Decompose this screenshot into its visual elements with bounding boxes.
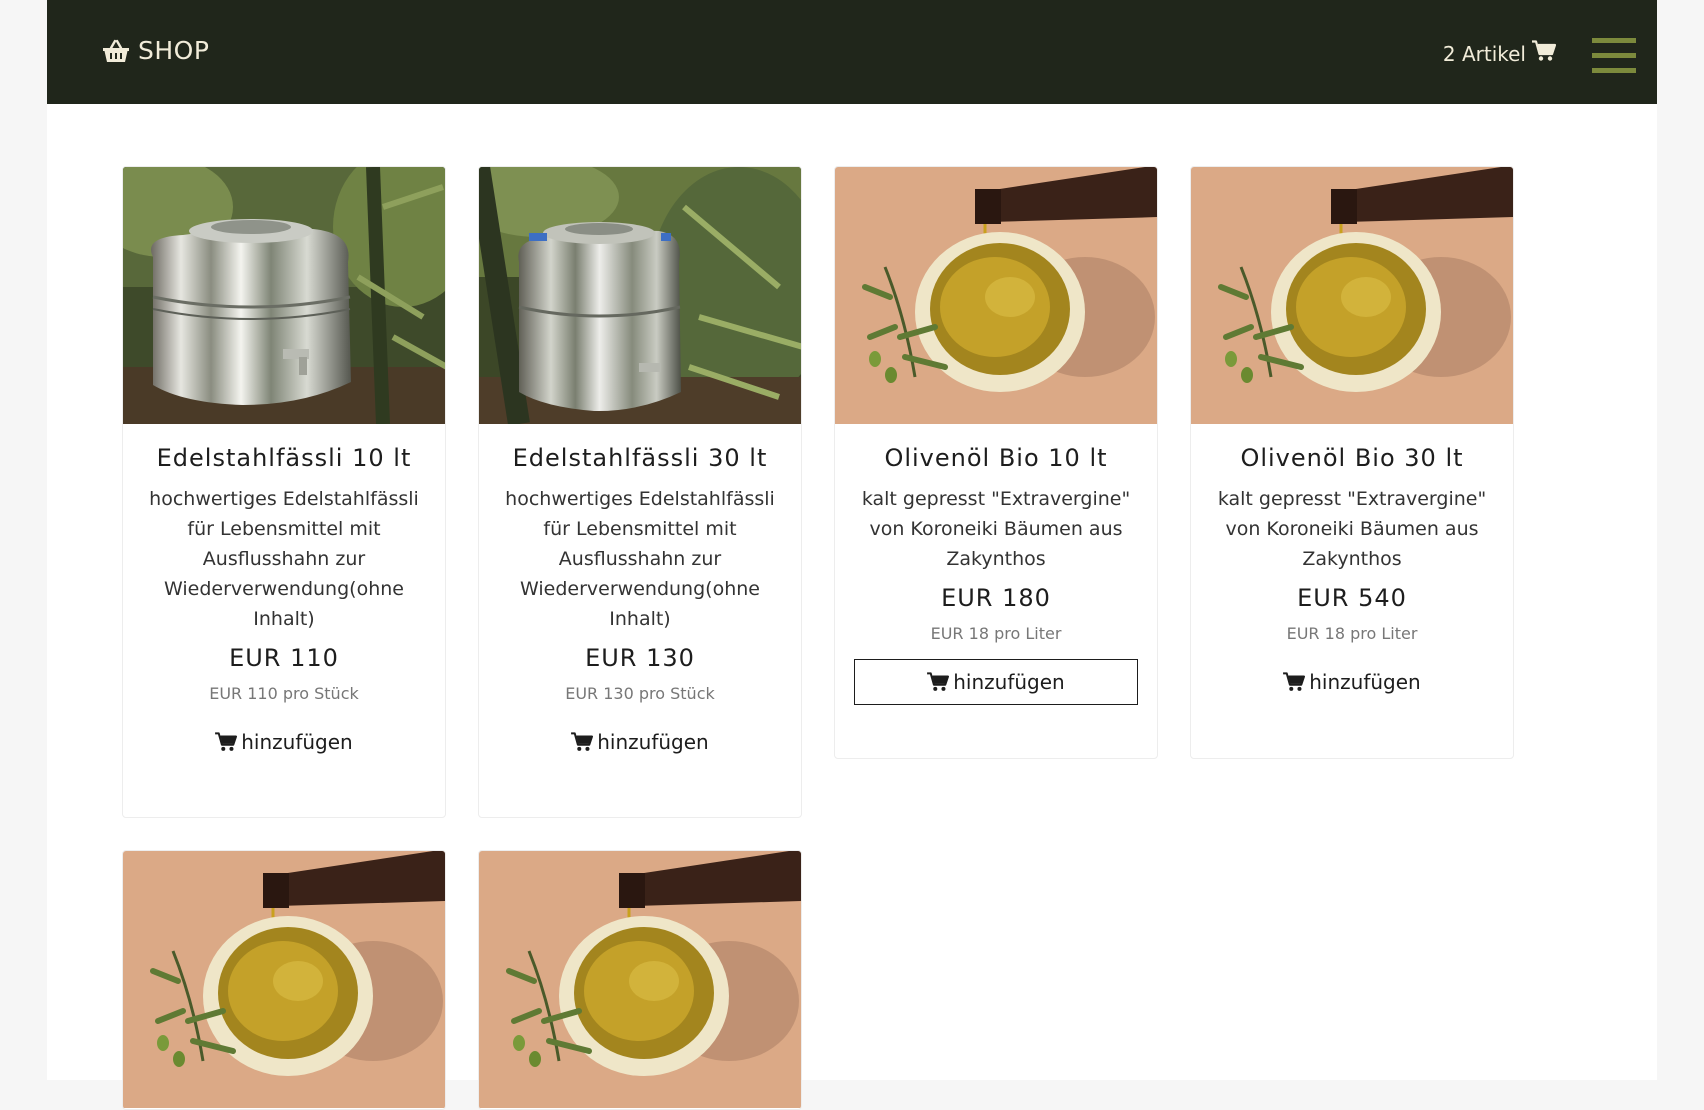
product-card: Olivenöl Bio 30 lt kalt gepresst "Extrav… xyxy=(1190,166,1514,759)
cart-summary-link[interactable]: 2 Artikel xyxy=(1442,40,1557,67)
olive-oil-bowl-image[interactable] xyxy=(123,851,445,1108)
top-navigation-bar: SHOP 2 Artikel xyxy=(47,0,1657,104)
brand-label: SHOP xyxy=(138,36,210,65)
product-unit-price: EUR 18 pro Liter xyxy=(930,624,1062,643)
product-description: hochwertiges Edelstahlfässli für Lebensm… xyxy=(505,488,775,630)
olive-oil-bowl-image[interactable] xyxy=(479,851,801,1108)
olive-oil-bowl-image[interactable] xyxy=(835,167,1157,424)
product-name[interactable]: Edelstahlfässli 10 lt xyxy=(141,442,427,474)
hamburger-menu-icon[interactable] xyxy=(1592,38,1636,74)
add-button-label: hinzufügen xyxy=(597,730,709,754)
add-to-cart-button[interactable]: hinzufügen xyxy=(854,659,1138,705)
product-price: EUR 180 xyxy=(941,584,1051,612)
cart-icon xyxy=(927,672,950,692)
stainless-keg-image[interactable] xyxy=(479,167,801,424)
add-to-cart-button[interactable]: hinzufügen xyxy=(1210,659,1494,705)
cart-icon xyxy=(215,732,238,752)
product-name[interactable]: Olivenöl Bio 30 lt xyxy=(1209,442,1495,474)
product-unit-price: EUR 18 pro Liter xyxy=(1286,624,1418,643)
cart-count-label: 2 Artikel xyxy=(1442,41,1526,66)
product-description: kalt gepresst "Extravergine" von Koronei… xyxy=(861,488,1131,570)
product-unit-price: EUR 110 pro Stück xyxy=(209,684,359,703)
cart-icon xyxy=(1532,40,1557,67)
basket-icon xyxy=(102,38,130,64)
add-to-cart-button[interactable]: hinzufügen xyxy=(142,719,426,765)
product-name[interactable]: Edelstahlfässli 30 lt xyxy=(497,442,783,474)
product-unit-price: EUR 130 pro Stück xyxy=(565,684,715,703)
product-price: EUR 110 xyxy=(229,644,339,672)
add-button-label: hinzufügen xyxy=(953,670,1065,694)
product-name[interactable]: Olivenöl Bio 10 lt xyxy=(853,442,1139,474)
cart-icon xyxy=(571,732,594,752)
product-card: Edelstahlfässli 30 lt hochwertiges Edels… xyxy=(478,166,802,818)
product-card: Edelstahlfässli 10 lt hochwertiges Edels… xyxy=(122,166,446,818)
add-button-label: hinzufügen xyxy=(1309,670,1421,694)
stainless-keg-image[interactable] xyxy=(123,167,445,424)
add-to-cart-button[interactable]: hinzufügen xyxy=(498,719,782,765)
product-price: EUR 130 xyxy=(585,644,695,672)
shop-home-link[interactable]: SHOP xyxy=(102,36,209,65)
product-description: kalt gepresst "Extravergine" von Koronei… xyxy=(1217,488,1487,570)
product-card xyxy=(478,850,802,1110)
olive-oil-bowl-image[interactable] xyxy=(1191,167,1513,424)
product-description: hochwertiges Edelstahlfässli für Lebensm… xyxy=(149,488,419,630)
product-price: EUR 540 xyxy=(1297,584,1407,612)
cart-icon xyxy=(1283,672,1306,692)
product-card: Olivenöl Bio 10 lt kalt gepresst "Extrav… xyxy=(834,166,1158,759)
page: SHOP 2 Artikel Edelstahlfässli 10 lt hoc… xyxy=(47,0,1657,1110)
add-button-label: hinzufügen xyxy=(241,730,353,754)
product-card xyxy=(122,850,446,1110)
